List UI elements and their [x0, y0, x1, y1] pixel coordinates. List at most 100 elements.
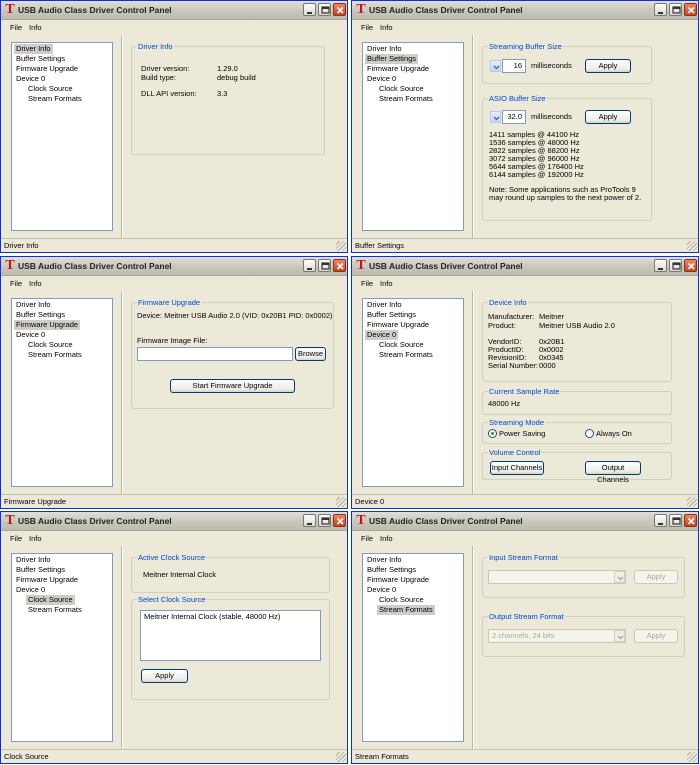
splitter[interactable] [121, 546, 123, 749]
chevron-down-icon[interactable] [490, 60, 501, 72]
streaming-apply-button[interactable]: Apply [585, 59, 631, 73]
streaming-buffer-input[interactable]: 16 [502, 59, 526, 73]
resize-grip-icon[interactable] [336, 752, 346, 762]
clock-apply-button[interactable]: Apply [141, 669, 188, 683]
firmware-image-input[interactable] [137, 347, 293, 361]
input-channels-button[interactable]: Input Channels [490, 461, 544, 475]
maximize-icon[interactable] [318, 259, 331, 272]
tree-item-buffer-settings[interactable]: Buffer Settings [14, 54, 67, 64]
tree-item-firmware-upgrade[interactable]: Firmware Upgrade [14, 575, 80, 585]
output-format-apply-button[interactable]: Apply [634, 629, 678, 643]
tree-item-firmware-upgrade[interactable]: Firmware Upgrade [14, 64, 80, 74]
menu-info[interactable]: Info [29, 23, 42, 32]
tree-item-buffer-settings[interactable]: Buffer Settings [365, 565, 418, 575]
menu-file[interactable]: File [361, 23, 373, 32]
tree-item-driver-info[interactable]: Driver Info [365, 555, 404, 565]
tree-item-clock-source[interactable]: Clock Source [377, 84, 426, 94]
splitter[interactable] [472, 546, 474, 749]
tree-item-device-0[interactable]: Device 0 [14, 74, 47, 84]
tree-item-firmware-upgrade[interactable]: Firmware Upgrade [14, 320, 81, 330]
output-format-select[interactable]: 2 channels, 24 bits [488, 629, 626, 643]
maximize-icon[interactable] [669, 514, 682, 527]
tree-item-driver-info[interactable]: Driver Info [14, 300, 53, 310]
maximize-icon[interactable] [318, 3, 331, 16]
tree-item-stream-formats[interactable]: Stream Formats [26, 605, 84, 615]
minimize-icon[interactable] [654, 514, 667, 527]
menu-file[interactable]: File [10, 534, 22, 543]
tree-item-clock-source[interactable]: Clock Source [377, 595, 426, 605]
title-bar[interactable]: T USB Audio Class Driver Control Panel [352, 1, 698, 20]
tree-item-device-0[interactable]: Device 0 [365, 74, 398, 84]
resize-grip-icon[interactable] [687, 497, 697, 507]
tree-item-firmware-upgrade[interactable]: Firmware Upgrade [365, 64, 431, 74]
asio-apply-button[interactable]: Apply [585, 110, 631, 124]
tree-item-stream-formats[interactable]: Stream Formats [377, 94, 435, 104]
tree-item-driver-info[interactable]: Driver Info [14, 44, 53, 54]
tree-item-clock-source[interactable]: Clock Source [26, 595, 75, 605]
resize-grip-icon[interactable] [687, 241, 697, 251]
splitter[interactable] [121, 35, 123, 238]
resize-grip-icon[interactable] [336, 241, 346, 251]
tree-item-firmware-upgrade[interactable]: Firmware Upgrade [365, 575, 431, 585]
close-icon[interactable] [333, 259, 346, 272]
minimize-icon[interactable] [303, 3, 316, 16]
minimize-icon[interactable] [303, 259, 316, 272]
tree-item-device-0[interactable]: Device 0 [365, 330, 399, 340]
tree-item-driver-info[interactable]: Driver Info [14, 555, 53, 565]
close-icon[interactable] [684, 259, 697, 272]
tree-item-device-0[interactable]: Device 0 [365, 585, 398, 595]
maximize-icon[interactable] [318, 514, 331, 527]
tree-item-driver-info[interactable]: Driver Info [365, 300, 404, 310]
asio-buffer-input[interactable]: 32.0 [502, 110, 526, 124]
minimize-icon[interactable] [654, 3, 667, 16]
maximize-icon[interactable] [669, 3, 682, 16]
tree-item-buffer-settings[interactable]: Buffer Settings [365, 310, 418, 320]
tree-item-buffer-settings[interactable]: Buffer Settings [365, 54, 419, 64]
maximize-icon[interactable] [669, 259, 682, 272]
always-on-radio[interactable] [585, 429, 594, 438]
close-icon[interactable] [684, 3, 697, 16]
tree-item-stream-formats[interactable]: Stream Formats [26, 94, 84, 104]
title-bar[interactable]: T USB Audio Class Driver Control Panel [352, 512, 698, 531]
resize-grip-icon[interactable] [336, 497, 346, 507]
tree-item-buffer-settings[interactable]: Buffer Settings [14, 310, 67, 320]
always-on-label[interactable]: Always On [596, 429, 632, 439]
tree-item-driver-info[interactable]: Driver Info [365, 44, 404, 54]
title-bar[interactable]: T USB Audio Class Driver Control Panel [1, 512, 347, 531]
close-icon[interactable] [333, 3, 346, 16]
tree-item-device-0[interactable]: Device 0 [14, 330, 47, 340]
tree-item-stream-formats[interactable]: Stream Formats [377, 605, 435, 615]
chevron-down-icon[interactable] [614, 571, 625, 583]
minimize-icon[interactable] [654, 259, 667, 272]
menu-info[interactable]: Info [380, 534, 393, 543]
tree-item-clock-source[interactable]: Clock Source [26, 340, 75, 350]
browse-button[interactable]: Browse [295, 347, 326, 361]
menu-info[interactable]: Info [380, 23, 393, 32]
tree-item-device-0[interactable]: Device 0 [14, 585, 47, 595]
menu-file[interactable]: File [10, 23, 22, 32]
splitter[interactable] [472, 35, 474, 238]
clock-source-list[interactable]: Meitner Internal Clock (stable, 48000 Hz… [140, 610, 321, 661]
resize-grip-icon[interactable] [687, 752, 697, 762]
chevron-down-icon[interactable] [490, 111, 501, 123]
tree-item-stream-formats[interactable]: Stream Formats [26, 350, 84, 360]
input-format-apply-button[interactable]: Apply [634, 570, 678, 584]
power-saving-radio[interactable] [488, 429, 497, 438]
menu-info[interactable]: Info [29, 279, 42, 288]
menu-file[interactable]: File [361, 534, 373, 543]
input-format-select[interactable] [488, 570, 626, 584]
tree-item-clock-source[interactable]: Clock Source [377, 340, 426, 350]
menu-file[interactable]: File [361, 279, 373, 288]
tree-item-clock-source[interactable]: Clock Source [26, 84, 75, 94]
title-bar[interactable]: T USB Audio Class Driver Control Panel [352, 257, 698, 276]
tree-item-stream-formats[interactable]: Stream Formats [377, 350, 435, 360]
tree-item-buffer-settings[interactable]: Buffer Settings [14, 565, 67, 575]
title-bar[interactable]: T USB Audio Class Driver Control Panel [1, 257, 347, 276]
tree-item-firmware-upgrade[interactable]: Firmware Upgrade [365, 320, 431, 330]
list-item[interactable]: Meitner Internal Clock (stable, 48000 Hz… [144, 612, 280, 622]
title-bar[interactable]: T USB Audio Class Driver Control Panel [1, 1, 347, 20]
start-firmware-upgrade-button[interactable]: Start Firmware Upgrade [170, 379, 295, 393]
menu-file[interactable]: File [10, 279, 22, 288]
power-saving-label[interactable]: Power Saving [499, 429, 545, 439]
menu-info[interactable]: Info [29, 534, 42, 543]
